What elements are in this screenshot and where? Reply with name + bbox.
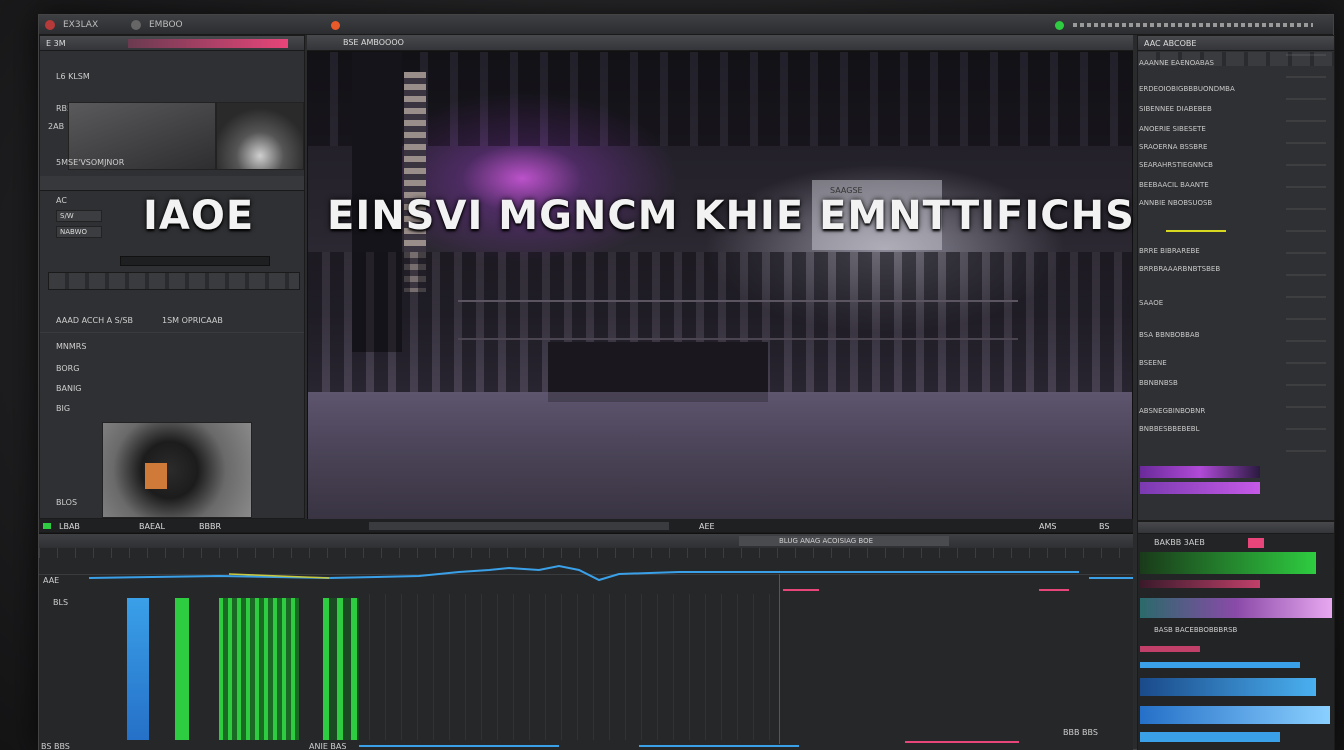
scope-pink-bar bbox=[1140, 580, 1260, 588]
property-row-8[interactable]: ANNBIE NBOBSUOSB bbox=[1139, 199, 1309, 207]
scope-pink-small bbox=[1140, 646, 1200, 652]
scopes-header: BAKBB 3AEB bbox=[1154, 538, 1205, 547]
timeline-panel[interactable]: BLUG ANAG ACOISIAG BOE AAE BLS BBB BBS B… bbox=[39, 533, 1133, 750]
bottom-item[interactable]: BLOS bbox=[56, 498, 77, 507]
ceiling-beams bbox=[308, 52, 1132, 146]
timeline-bottom-right: ANIE BAS bbox=[309, 742, 347, 750]
video-viewer[interactable]: SAAGSE bbox=[307, 51, 1133, 521]
scope-label: BASB BACEBBOBBBRSB bbox=[1154, 626, 1238, 634]
item-1[interactable]: MNMRS bbox=[56, 342, 86, 351]
scrubber-bar[interactable] bbox=[369, 522, 669, 530]
right-panel-title[interactable]: AAC ABCOBE bbox=[1144, 39, 1196, 48]
timeline-toolbar: BLUG ANAG ACOISIAG BOE bbox=[39, 534, 1133, 548]
timeline-footer: BBB BBS bbox=[1063, 728, 1098, 737]
item-2[interactable]: BORG bbox=[56, 364, 79, 373]
record-icon[interactable] bbox=[331, 21, 340, 30]
left-tab-label[interactable]: E 3M bbox=[46, 39, 66, 48]
thumb-caption: 5MSE'VSOMJNOR bbox=[56, 158, 125, 167]
railing bbox=[458, 300, 1018, 340]
section-button-1[interactable]: S/W bbox=[56, 210, 102, 222]
transport-label-1[interactable]: LBAB bbox=[59, 519, 80, 532]
props-left: AAAD ACCH A S/SB bbox=[56, 316, 133, 325]
scope-gradient-bar bbox=[1140, 598, 1332, 618]
property-row-10[interactable]: BRRBRAAARBNBTSBEB bbox=[1139, 265, 1309, 273]
green-clip-1[interactable] bbox=[175, 598, 189, 740]
property-row-1[interactable]: AAANNE EAENOABAS bbox=[1139, 59, 1309, 67]
property-row-13[interactable]: BSEENE bbox=[1139, 359, 1309, 367]
app-title: EX3LAX bbox=[63, 20, 99, 30]
object-highlight bbox=[145, 463, 167, 489]
right-panel-header: AAC ABCOBE bbox=[1138, 36, 1334, 51]
left-panel-header: E 3M bbox=[40, 36, 304, 51]
green-clip-3[interactable] bbox=[323, 598, 359, 740]
transport-label-6[interactable]: BS bbox=[1099, 519, 1109, 532]
property-row-15[interactable]: ABSNEGBINBOBNR bbox=[1139, 407, 1309, 415]
divider bbox=[40, 332, 304, 333]
property-row-5[interactable]: SRAOERNA BSSBRE bbox=[1139, 143, 1309, 151]
property-row-16[interactable]: BNBBESBBEBEBL bbox=[1139, 425, 1309, 433]
purple-bar-2 bbox=[1140, 482, 1260, 494]
list-label: L6 KLSM bbox=[56, 72, 90, 81]
clip-thumbnail-2[interactable] bbox=[216, 102, 304, 170]
blue-curve bbox=[88, 564, 1079, 582]
item-3[interactable]: BANIG bbox=[56, 384, 82, 393]
window-controls[interactable] bbox=[1073, 23, 1313, 27]
menu-dot-icon[interactable] bbox=[131, 20, 141, 30]
property-row-14[interactable]: BBNBNBSB bbox=[1139, 379, 1309, 387]
status-green-icon bbox=[1055, 21, 1064, 30]
viewer-toolbar: BSE AMBOOOO bbox=[307, 35, 1133, 51]
transport-label-3[interactable]: BBBR bbox=[199, 519, 221, 532]
property-row-7[interactable]: BEEBAACIL BAANTE bbox=[1139, 181, 1309, 189]
property-row-2[interactable]: ERDEOIOBIGBBBUONDMBA bbox=[1139, 85, 1309, 93]
property-row-3[interactable]: SIBENNEE DIABEBEB bbox=[1139, 105, 1309, 113]
scopes-panel: BAKBB 3AEB BASB BACEBBOBBBRSB bbox=[1137, 521, 1335, 750]
effects-header bbox=[40, 176, 304, 191]
timeline-bottom-left: BS BBS bbox=[41, 742, 70, 750]
scope-blue-3 bbox=[1140, 706, 1330, 724]
green-clip-2[interactable] bbox=[219, 598, 299, 740]
props-right: 1SM OPRICAAB bbox=[162, 316, 223, 325]
viewer-toolbar-label[interactable]: BSE AMBOOOO bbox=[343, 38, 404, 47]
blue-clip[interactable] bbox=[127, 598, 149, 740]
slider-track[interactable] bbox=[120, 256, 270, 266]
headline-left: IAOE bbox=[143, 193, 255, 239]
transport-bar: LBAB BAEAL BBBR AEE AMS BS bbox=[39, 519, 1133, 533]
transport-label-2[interactable]: BAEAL bbox=[139, 519, 165, 532]
yellow-highlight bbox=[1166, 230, 1226, 232]
scope-blue-4 bbox=[1140, 732, 1280, 742]
title-bar: EX3LAX EMBOO bbox=[39, 15, 1333, 35]
pink-progress-bar bbox=[128, 39, 288, 48]
transport-label-4[interactable]: AEE bbox=[699, 519, 715, 532]
left-panel: E 3M L6 KLSM RB5IQKAG 2AB 5MSE'VSOMJNOR … bbox=[39, 35, 305, 519]
transport-label-5[interactable]: AMS bbox=[1039, 519, 1056, 532]
preview-object-thumbnail[interactable] bbox=[102, 422, 252, 518]
menu-item[interactable]: EMBOO bbox=[149, 15, 183, 35]
purple-bar-1 bbox=[1140, 466, 1260, 478]
timeline-top-label: BLUG ANAG ACOISIAG BOE bbox=[779, 537, 874, 545]
item-4[interactable]: BIG bbox=[56, 404, 70, 413]
scope-blue-2 bbox=[1140, 678, 1316, 696]
empty-track-area[interactable] bbox=[369, 594, 779, 740]
section-button-2[interactable]: NABWO bbox=[56, 226, 102, 238]
headline-main: EINSVI MGNCM KHIE EMNTTIFICHS bbox=[327, 193, 1135, 239]
scope-green-bar bbox=[1140, 552, 1316, 574]
thumb-label: 2AB bbox=[48, 122, 65, 131]
scope-pink-swatch bbox=[1248, 538, 1264, 548]
property-row-9[interactable]: BRRE BIBRAREBE bbox=[1139, 247, 1309, 255]
property-row-11[interactable]: SAAOE bbox=[1139, 299, 1309, 307]
editor-window: EX3LAX EMBOO E 3M L6 KLSM RB5IQKAG 2AB 5… bbox=[38, 14, 1335, 750]
property-row-12[interactable]: BSA BBNBOBBAB bbox=[1139, 331, 1309, 339]
floor bbox=[308, 392, 1132, 520]
play-indicator-icon[interactable] bbox=[43, 523, 51, 529]
scopes-toolbar bbox=[1138, 522, 1334, 534]
section-label-1: AC bbox=[56, 196, 67, 205]
property-row-6[interactable]: SEARAHRSTIEGNNCB bbox=[1139, 161, 1309, 169]
effects-toolbar[interactable] bbox=[48, 272, 300, 290]
scope-blue-1 bbox=[1140, 662, 1300, 668]
property-row-4[interactable]: ANOERIE SIBESETE bbox=[1139, 125, 1309, 133]
close-window-icon[interactable] bbox=[45, 20, 55, 30]
